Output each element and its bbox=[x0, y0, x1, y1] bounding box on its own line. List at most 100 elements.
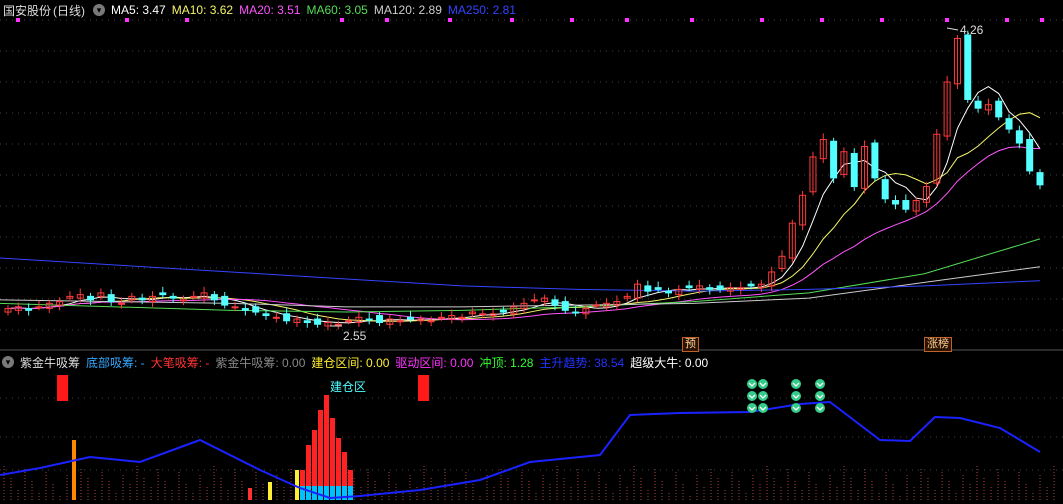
indicator-name[interactable]: 紫金牛吸筹 bbox=[20, 354, 80, 371]
candle-body bbox=[87, 295, 95, 301]
indicator-legend-item: 冲顶: 1.28 bbox=[479, 355, 534, 370]
price-header: 国安股份 (日线) ▾ MA5: 3.47 MA10: 3.62 MA20: 3.5… bbox=[0, 0, 528, 20]
candle-body bbox=[664, 290, 672, 294]
indicator-legend-item: 建仓区间: 0.00 bbox=[311, 355, 390, 370]
candle-body bbox=[881, 179, 889, 200]
candle-body bbox=[107, 294, 115, 303]
boost-signal-icon bbox=[758, 391, 768, 401]
candle-body bbox=[138, 297, 146, 301]
stock-name[interactable]: 国安股份 bbox=[3, 2, 51, 19]
boost-signal-icon bbox=[815, 403, 825, 413]
ma-legend: MA5: 3.47 MA10: 3.62 MA20: 3.51 MA60: 3.05 M… bbox=[111, 3, 522, 17]
candle-body bbox=[892, 200, 900, 205]
indicator-legend-item: 主升趋势: 38.54 bbox=[539, 355, 625, 370]
signal-dot bbox=[945, 18, 949, 22]
forecast-badge[interactable]: 预 bbox=[682, 337, 699, 352]
indicator-legend: 底部吸筹: - 大笔吸筹: - 紫金牛吸筹: 0.00 建仓区间: 0.00 驱动区间:… bbox=[86, 354, 714, 371]
candle-body bbox=[35, 306, 43, 309]
candle-body bbox=[303, 320, 311, 324]
indicator-grid bbox=[0, 397, 1063, 471]
candle-body bbox=[272, 316, 280, 319]
candle-body bbox=[25, 308, 33, 311]
candle-body bbox=[334, 323, 342, 326]
top-gainers-badge[interactable]: 涨榜 bbox=[924, 337, 952, 352]
indicator-header: ▾ 紫金牛吸筹 底部吸筹: - 大笔吸筹: - 紫金牛吸筹: 0.00 建仓区间: 0… bbox=[0, 352, 720, 372]
candle-body bbox=[1036, 172, 1044, 186]
ma-legend-item: MA5: 3.47 bbox=[111, 3, 166, 17]
signal-dot bbox=[880, 18, 884, 22]
signal-dot bbox=[690, 18, 694, 22]
indicator-settings-icon[interactable]: ▾ bbox=[2, 356, 14, 368]
candle-body bbox=[499, 309, 507, 313]
accumulation-base-bar bbox=[318, 486, 323, 500]
boost-signal-icon bbox=[758, 403, 768, 413]
indicator-legend-item: 底部吸筹: - bbox=[86, 355, 145, 370]
candle-body bbox=[706, 287, 714, 290]
candle-body bbox=[654, 287, 662, 290]
candle-body bbox=[592, 304, 600, 307]
boost-signal-icon bbox=[747, 403, 757, 413]
candle-body bbox=[561, 301, 569, 311]
boost-signal-icon bbox=[791, 391, 801, 401]
candle-body bbox=[458, 316, 466, 319]
candle-body bbox=[964, 34, 972, 100]
ma-settings-icon[interactable]: ▾ bbox=[93, 4, 106, 16]
candle-body bbox=[530, 299, 538, 302]
boost-signal-icon bbox=[747, 379, 757, 389]
candle-body bbox=[995, 100, 1003, 118]
signal-dot bbox=[1005, 18, 1009, 22]
candle-body bbox=[241, 308, 249, 311]
candle-body bbox=[190, 295, 198, 298]
ma-legend-item: MA20: 3.51 bbox=[239, 3, 301, 17]
trend-line bbox=[0, 400, 1041, 500]
boost-signal-icon bbox=[815, 391, 825, 401]
candle-body bbox=[365, 318, 373, 321]
candle-body bbox=[437, 316, 445, 319]
candle-body bbox=[210, 294, 218, 301]
chart-canvas[interactable] bbox=[0, 0, 1063, 504]
ma-legend-item: MA10: 3.62 bbox=[171, 3, 234, 17]
indicator-legend-item: 大笔吸筹: - bbox=[150, 355, 210, 370]
boost-signal-icon bbox=[758, 379, 768, 389]
candle-body bbox=[396, 320, 404, 323]
candle-body bbox=[314, 318, 322, 325]
candle-body bbox=[1026, 139, 1034, 172]
signal-bar bbox=[248, 488, 252, 500]
price-markers bbox=[330, 27, 959, 327]
candle-body bbox=[572, 311, 580, 314]
indicator-legend-item: 紫金牛吸筹: 0.00 bbox=[215, 355, 306, 370]
chart-period[interactable]: (日线) bbox=[53, 2, 85, 19]
indicator-legend-item: 驱动区间: 0.00 bbox=[395, 355, 474, 370]
accumulation-zone-label: 建仓区 bbox=[330, 380, 367, 394]
candle-body bbox=[747, 283, 755, 287]
candle-body bbox=[345, 320, 353, 323]
accumulation-base-bar bbox=[348, 486, 353, 500]
buy-block bbox=[57, 375, 68, 401]
indicator-signals bbox=[747, 379, 825, 413]
ma-legend-item: MA250: 2.81 bbox=[447, 3, 516, 17]
accumulation-base-bar bbox=[306, 486, 311, 500]
signal-bar bbox=[72, 440, 76, 500]
candle-body bbox=[685, 285, 693, 289]
candle-body bbox=[179, 299, 187, 302]
candle-body bbox=[902, 200, 910, 210]
signal-dot bbox=[760, 18, 764, 22]
candle-body bbox=[252, 306, 260, 313]
high-price-label: 4.26 bbox=[960, 23, 984, 37]
indicator-trend-line bbox=[0, 400, 1041, 500]
candlestick-series[interactable] bbox=[4, 30, 1044, 331]
ma-legend-item: MA120: 2.89 bbox=[373, 3, 442, 17]
boost-signal-icon bbox=[791, 403, 801, 413]
candle-body bbox=[479, 313, 487, 316]
candle-body bbox=[406, 316, 414, 320]
candle-body bbox=[169, 295, 177, 299]
candle-body bbox=[159, 292, 167, 296]
candle-body bbox=[118, 302, 126, 305]
candle-body bbox=[427, 320, 435, 323]
candle-body bbox=[1005, 118, 1013, 130]
high-marker-arrow bbox=[946, 27, 959, 31]
candle-body bbox=[644, 285, 652, 292]
signal-dot bbox=[1040, 18, 1044, 22]
candle-body bbox=[716, 285, 724, 290]
boost-signal-icon bbox=[747, 391, 757, 401]
